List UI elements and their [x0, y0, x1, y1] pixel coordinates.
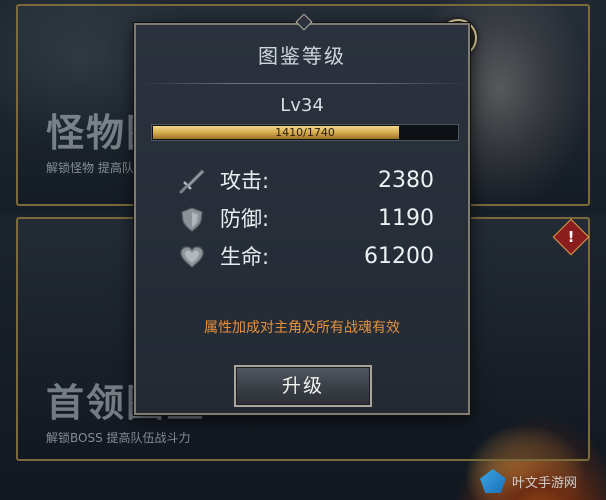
- boss-codex-subtitle: 解锁BOSS 提高队伍战斗力: [46, 431, 191, 445]
- watermark: 叶文手游网: [480, 467, 600, 495]
- stat-value-health: 61200: [364, 244, 434, 269]
- watermark-logo-icon: [480, 469, 506, 493]
- xp-progress-text: 1410/1740: [275, 126, 335, 139]
- shield-icon: [181, 207, 203, 232]
- stat-row-health: 生命: 61200: [178, 242, 434, 272]
- xp-progress-bar: 1410/1740: [151, 124, 459, 141]
- codex-level-dialog: 图鉴等级 Lv34 1410/1740 攻击: 2380 防御: 1190 生命…: [134, 13, 470, 415]
- stat-row-attack: 攻击: 2380: [178, 166, 434, 196]
- monster-codex-subtitle: 解锁怪物 提高队伍: [46, 161, 146, 175]
- upgrade-button[interactable]: 升级: [234, 365, 372, 407]
- stat-row-defense: 防御: 1190: [178, 204, 434, 234]
- stat-value-defense: 1190: [378, 206, 434, 231]
- alert-badge-text: !: [567, 228, 575, 246]
- heart-icon: [180, 246, 204, 268]
- title-divider: [138, 83, 468, 84]
- watermark-text: 叶文手游网: [512, 475, 578, 491]
- stat-label-health: 生命:: [220, 245, 270, 269]
- codex-level: Lv34: [280, 95, 324, 116]
- bonus-note: 属性加成对主角及所有战魂有效: [204, 320, 400, 336]
- stat-label-attack: 攻击:: [220, 169, 270, 193]
- dialog-title: 图鉴等级: [258, 44, 346, 68]
- stat-value-attack: 2380: [378, 168, 434, 193]
- stat-label-defense: 防御:: [220, 207, 270, 231]
- sword-icon: [179, 169, 205, 194]
